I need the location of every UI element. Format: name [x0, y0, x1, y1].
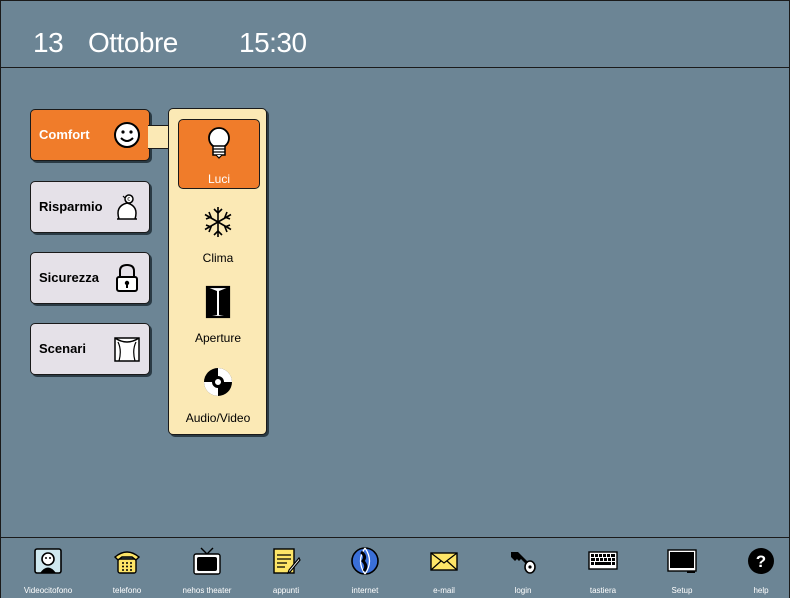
bottom-dock: Videocitofono telefono nehos theater app… [1, 537, 789, 598]
dock-label: appunti [272, 586, 300, 595]
monitor-icon [667, 549, 697, 573]
dock-nehos-theater-button[interactable]: nehos theater [168, 538, 246, 598]
globe-icon [351, 547, 379, 575]
envelope-icon [430, 552, 458, 571]
date-day: 13 [33, 27, 64, 58]
dock-tastiera-button[interactable]: tastiera [564, 538, 642, 598]
category-label: Risparmio [39, 199, 103, 214]
submenu-label: Audio/Video [185, 411, 251, 425]
door-icon [205, 285, 231, 319]
tv-icon [193, 547, 221, 575]
dock-help-button[interactable]: ? help [722, 538, 790, 598]
category-sicurezza-button[interactable]: Sicurezza [30, 252, 150, 304]
submenu-label: Luci [207, 172, 230, 186]
telephone-icon [113, 551, 141, 574]
dock-e-mail-button[interactable]: e-mail [405, 538, 483, 598]
dock-label: Videocitofono [23, 586, 73, 595]
dock-telefono-button[interactable]: telefono [88, 538, 166, 598]
cd-icon [204, 368, 232, 396]
submenu-clima-button[interactable]: Clima [178, 199, 258, 267]
app-window: 13 Ottobre 15:30 Comfort Risparmio € Sic… [0, 0, 790, 598]
dock-label: tastiera [589, 586, 617, 595]
dock-label: e-mail [433, 586, 455, 595]
dock-appunti-button[interactable]: appunti [247, 538, 325, 598]
theater-curtain-icon [114, 337, 140, 362]
keyboard-icon [588, 551, 618, 570]
submenu-label: Aperture [194, 331, 242, 345]
dock-login-button[interactable]: login [484, 538, 562, 598]
clock-time: 15:30 [239, 27, 307, 58]
category-risparmio-button[interactable]: Risparmio € [30, 181, 150, 233]
dock-internet-button[interactable]: internet [326, 538, 404, 598]
submenu-aperture-button[interactable]: Aperture [178, 279, 258, 347]
dock-label: nehos theater [182, 586, 232, 595]
submenu-luci-button[interactable]: Luci [178, 119, 260, 189]
submenu-connector [148, 125, 170, 149]
key-icon [511, 552, 536, 574]
piggy-bank-icon: € [117, 194, 137, 220]
dock-label: Setup [671, 586, 693, 595]
header-bar: 13 Ottobre 15:30 [1, 1, 789, 68]
dock-label: login [514, 586, 532, 595]
category-comfort-button[interactable]: Comfort [30, 109, 150, 161]
dock-label: telefono [112, 586, 142, 595]
dock-setup-button[interactable]: Setup [643, 538, 721, 598]
category-label: Sicurezza [39, 270, 99, 285]
padlock-icon [116, 263, 138, 292]
category-label: Comfort [39, 127, 90, 142]
category-label: Scenari [39, 341, 86, 356]
notepad-icon [273, 548, 301, 575]
dock-videocitofono-button[interactable]: Videocitofono [9, 538, 87, 598]
submenu-label: Clima [202, 251, 234, 265]
svg-text:€: € [127, 197, 130, 203]
dock-label: internet [351, 586, 379, 595]
dock-label: help [753, 586, 769, 595]
intercom-icon [34, 548, 62, 574]
comfort-submenu-panel: Luci Clima Aperture Audio/Video [168, 108, 267, 435]
svg-text:?: ? [756, 552, 766, 571]
lightbulb-icon [208, 127, 230, 159]
category-scenari-button[interactable]: Scenari [30, 323, 150, 375]
smiley-icon [114, 122, 140, 148]
snowflake-icon [204, 207, 232, 237]
date-month: Ottobre [88, 27, 178, 58]
submenu-audio-video-button[interactable]: Audio/Video [178, 359, 258, 427]
help-icon: ? [748, 548, 774, 574]
